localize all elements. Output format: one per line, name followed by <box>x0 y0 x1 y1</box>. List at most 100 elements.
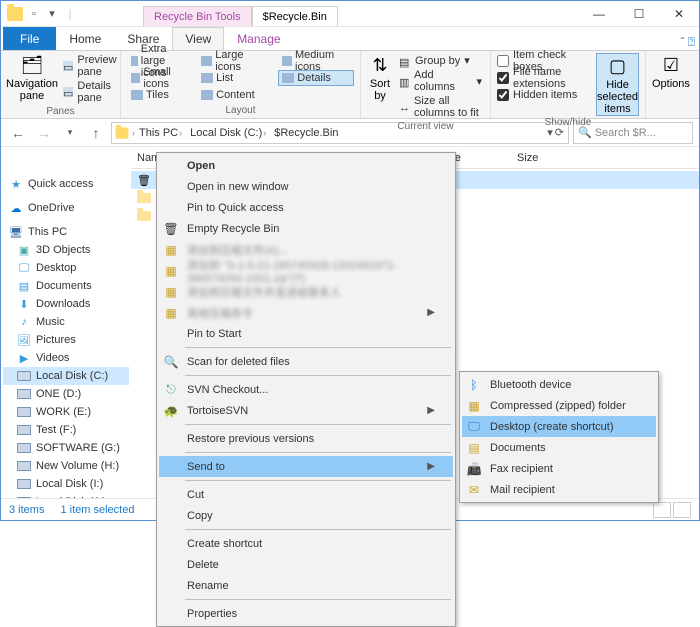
ctx-sep <box>185 529 451 530</box>
qat-dropdown-icon[interactable]: ▾ <box>45 7 59 21</box>
ctx-copy[interactable]: Copy <box>159 505 453 526</box>
breadcrumb-folder[interactable]: $Recycle.Bin <box>272 126 342 140</box>
layout-content[interactable]: Content <box>197 87 272 103</box>
ctx-rename[interactable]: Rename <box>159 575 453 596</box>
addr-sep0[interactable]: › <box>132 128 135 138</box>
breadcrumb-seg1: This PC <box>139 127 178 139</box>
ctx-open-new[interactable]: Open in new window <box>159 176 453 197</box>
ctx-svn[interactable]: ⎋SVN Checkout... <box>159 379 453 400</box>
tab-home[interactable]: Home <box>56 27 114 50</box>
hide-selected-button[interactable]: ▢ Hide selected items <box>596 53 639 116</box>
sidebar-item[interactable]: ♪Music <box>3 313 129 331</box>
maximize-button[interactable]: ☐ <box>619 1 659 27</box>
sidebar-item[interactable]: WORK (E:) <box>3 403 129 421</box>
sidebar-item-label: New Volume (H:) <box>36 460 119 472</box>
breadcrumb-drive[interactable]: Local Disk (C:) › <box>188 126 270 140</box>
qat-props-icon[interactable]: ▫ <box>27 7 41 21</box>
recent-dropdown[interactable]: ▾ <box>59 122 81 144</box>
ribbon-help-icon[interactable]: ˆ ⍰ <box>680 35 699 50</box>
back-button[interactable]: ← <box>7 122 29 144</box>
cloud-icon: ☁ <box>9 202 23 214</box>
layout-list[interactable]: List <box>197 70 272 86</box>
layout-sm[interactable]: Small icons <box>127 70 191 86</box>
sidebar-item[interactable]: 🖼Pictures <box>3 331 129 349</box>
ctx-archive-4[interactable]: ▦其他压缩命令▶ <box>159 302 453 323</box>
sidebar-thispc[interactable]: 🖥This PC <box>3 223 129 241</box>
close-button[interactable]: ✕ <box>659 1 699 27</box>
sidebar-item[interactable]: Test (F:) <box>3 421 129 439</box>
sidebar-item[interactable]: ONE (D:) <box>3 385 129 403</box>
check-hidden[interactable]: Hidden items <box>497 87 592 103</box>
group-label-panes: Panes <box>7 105 114 117</box>
sendto-mail[interactable]: ✉Mail recipient <box>462 479 656 500</box>
sidebar-item-label: Test (F:) <box>36 424 76 436</box>
view-details-toggle[interactable] <box>653 502 671 518</box>
details-pane-button[interactable]: ▭Details pane <box>61 79 120 105</box>
col-size[interactable]: Size <box>511 152 571 164</box>
ctx-delete[interactable]: Delete <box>159 554 453 575</box>
ctx-empty[interactable]: 🗑Empty Recycle Bin <box>159 218 453 239</box>
add-columns-button[interactable]: ▥Add columns ▾ <box>397 68 484 94</box>
fit-columns-button[interactable]: ↔Size all columns to fit <box>397 94 484 120</box>
sidebar-item[interactable]: New Volume (H:) <box>3 457 129 475</box>
sendto-fax-label: Fax recipient <box>490 463 553 475</box>
ctx-pin-qa[interactable]: Pin to Quick access <box>159 197 453 218</box>
recycle-icon: 🗑 <box>137 174 151 187</box>
ctx-sep <box>185 347 451 348</box>
sidebar-item-local-c[interactable]: Local Disk (C:) <box>3 367 129 385</box>
ctx-cut[interactable]: Cut <box>159 484 453 505</box>
sendto-desktop[interactable]: 🖵Desktop (create shortcut) <box>462 416 656 437</box>
sidebar-item[interactable]: 🖵Desktop <box>3 259 129 277</box>
chk1-box[interactable] <box>497 55 509 67</box>
sendto-docs-label: Documents <box>490 442 546 454</box>
ctx-pin-start[interactable]: Pin to Start <box>159 323 453 344</box>
ctx-open[interactable]: Open <box>159 155 453 176</box>
view-thumbnails-toggle[interactable] <box>673 502 691 518</box>
ctx-scan[interactable]: 🔍Scan for deleted files <box>159 351 453 372</box>
layout-tiles[interactable]: Tiles <box>127 87 191 103</box>
sendto-docs[interactable]: ▤Documents <box>462 437 656 458</box>
navigation-pane-button[interactable]: 🗂 Navigation pane <box>7 53 57 102</box>
sidebar-item[interactable]: SOFTWARE (G:) <box>3 439 129 457</box>
sidebar-onedrive[interactable]: ☁OneDrive <box>3 199 129 217</box>
sidebar-item[interactable]: ▶Videos <box>3 349 129 367</box>
preview-pane-button[interactable]: ▭Preview pane <box>61 53 120 79</box>
group-by-button[interactable]: ▤Group by ▾ <box>397 53 484 68</box>
sidebar-quick-access[interactable]: ★Quick access <box>3 175 129 193</box>
sidebar-item[interactable]: ▤Documents <box>3 277 129 295</box>
options-button[interactable]: ☑ Options <box>652 53 690 90</box>
sendto-bluetooth[interactable]: ᛒBluetooth device <box>462 374 656 395</box>
sidebar-item[interactable]: ⬇Downloads <box>3 295 129 313</box>
sidebar-item[interactable]: Local Disk (I:) <box>3 475 129 493</box>
sidebar-item[interactable]: ▣3D Objects <box>3 241 129 259</box>
chk2-box[interactable] <box>497 72 509 84</box>
sort-by-button[interactable]: ⇅ Sort by <box>367 53 393 102</box>
ctx-restore[interactable]: Restore previous versions <box>159 428 453 449</box>
tab-file[interactable]: File <box>3 27 56 50</box>
chk3-box[interactable] <box>497 89 509 101</box>
breadcrumb-thispc[interactable]: This PC › <box>137 126 186 140</box>
drive-icon <box>17 479 31 489</box>
tab-manage[interactable]: Manage <box>224 27 293 50</box>
ctx-shortcut[interactable]: Create shortcut <box>159 533 453 554</box>
layout-md[interactable]: Medium icons <box>278 53 354 69</box>
group-label-layout: Layout <box>127 104 354 116</box>
archive-icon: ▦ <box>163 305 179 321</box>
sendto-zip[interactable]: ▦Compressed (zipped) folder <box>462 395 656 416</box>
check-file-ext[interactable]: File name extensions <box>497 70 592 86</box>
ctx-archive-2[interactable]: ▦添加到 "S-1-5-21-285745928-1332491971-3865… <box>159 260 453 281</box>
sidebar-item-label: Desktop <box>36 262 76 274</box>
svn-icon: ⎋ <box>163 382 179 398</box>
ctx-send-to[interactable]: Send to▶ <box>159 456 453 477</box>
layout-details[interactable]: Details <box>278 70 354 86</box>
lg-icon <box>201 56 212 66</box>
ctx-properties[interactable]: Properties <box>159 603 453 624</box>
up-button[interactable]: ↑ <box>85 122 107 144</box>
minimize-button[interactable]: — <box>579 1 619 27</box>
forward-button[interactable]: → <box>33 122 55 144</box>
ctx-archive-3[interactable]: ▦添加到压缩文件并发送给联系人 <box>159 281 453 302</box>
ctx-tortoise[interactable]: 🐢TortoiseSVN▶ <box>159 400 453 421</box>
layout-lg[interactable]: Large icons <box>197 53 272 69</box>
sort-by-label: Sort by <box>367 78 393 102</box>
sendto-fax[interactable]: 📠Fax recipient <box>462 458 656 479</box>
